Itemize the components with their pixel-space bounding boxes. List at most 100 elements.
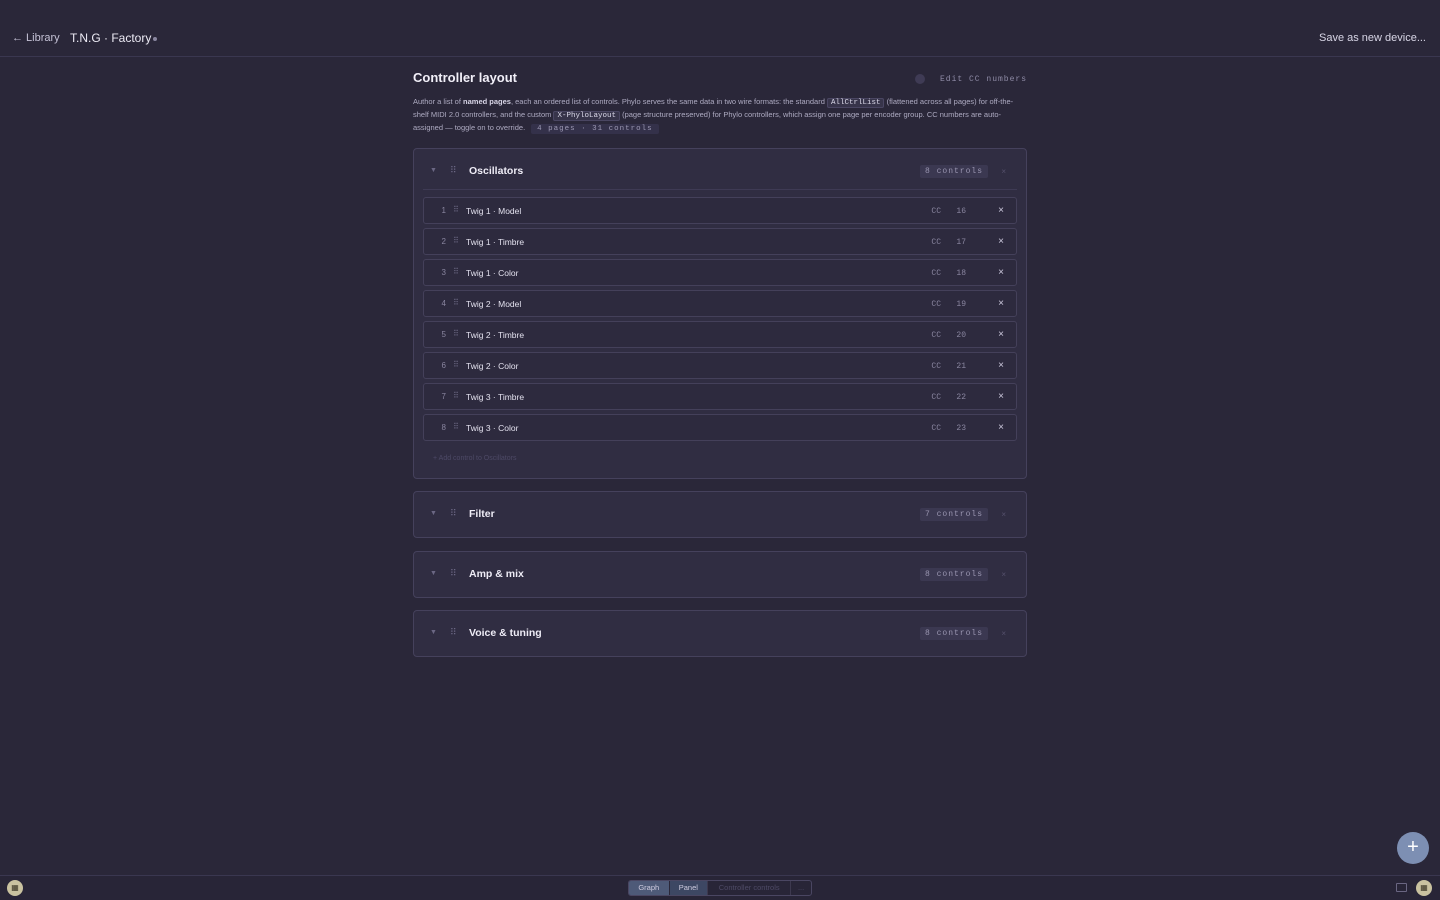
- drag-handle-icon[interactable]: ⠿: [450, 627, 457, 638]
- page-remove-icon[interactable]: ×: [1001, 570, 1006, 579]
- control-index: 5: [441, 330, 446, 339]
- control-row[interactable]: 7 ⠿ Twig 3 · Timbre CC 22 ×: [423, 383, 1017, 410]
- cc-number: 19: [956, 300, 966, 309]
- edit-cc-toggle-label[interactable]: Edit CC numbers: [940, 75, 1027, 84]
- device-title[interactable]: T.N.G · Factory: [70, 31, 151, 45]
- control-index: 6: [441, 361, 446, 370]
- page-group-amp-mix: ▼ ⠿ Amp & mix 8 controls ×: [413, 551, 1027, 598]
- control-name: Twig 3 · Timbre: [466, 392, 525, 402]
- allctrllist-code: AllCtrlList: [826, 98, 885, 108]
- remove-control-icon[interactable]: ×: [998, 422, 1004, 433]
- control-index: 1: [441, 206, 446, 215]
- unsaved-indicator-dot: [153, 37, 157, 41]
- grid-icon[interactable]: ▦: [1416, 880, 1432, 896]
- cc-number: 17: [956, 238, 966, 247]
- drag-handle-icon[interactable]: ⠿: [450, 508, 457, 519]
- control-name: Twig 2 · Color: [466, 361, 519, 371]
- remove-control-icon[interactable]: ×: [998, 329, 1004, 340]
- tab-more[interactable]: ...: [790, 881, 811, 895]
- cc-number: 22: [956, 393, 966, 402]
- add-control-button[interactable]: + Add control to Oscillators: [433, 455, 516, 462]
- cc-label: CC: [931, 269, 941, 278]
- page-remove-icon[interactable]: ×: [1001, 629, 1006, 638]
- drag-handle-icon[interactable]: ⠿: [450, 165, 457, 176]
- page-title: Controller layout: [413, 70, 518, 85]
- collapse-caret-icon[interactable]: ▼: [430, 167, 437, 174]
- view-switcher: Graph Panel Controller controls ...: [628, 880, 812, 896]
- page-title-oscillators[interactable]: Oscillators: [469, 165, 523, 177]
- page-group-voice-tuning: ▼ ⠿ Voice & tuning 8 controls ×: [413, 610, 1027, 657]
- control-count-badge: 8 controls: [919, 627, 988, 640]
- control-list: 1 ⠿ Twig 1 · Model CC 16 × 2 ⠿ Twig 1 · …: [423, 197, 1017, 445]
- drag-handle-icon[interactable]: ⠿: [453, 298, 459, 307]
- tab-graph[interactable]: Graph: [629, 881, 669, 895]
- cc-label: CC: [931, 300, 941, 309]
- control-row[interactable]: 1 ⠿ Twig 1 · Model CC 16 ×: [423, 197, 1017, 224]
- back-to-library-link[interactable]: ← Library: [12, 32, 60, 44]
- remove-control-icon[interactable]: ×: [998, 360, 1004, 371]
- cc-label: CC: [931, 331, 941, 340]
- control-index: 3: [441, 268, 446, 277]
- page-group-oscillators: ▼ ⠿ Oscillators 8 controls × 1 ⠿ Twig 1 …: [413, 148, 1027, 479]
- drag-handle-icon[interactable]: ⠿: [453, 391, 459, 400]
- drag-handle-icon[interactable]: ⠿: [450, 568, 457, 579]
- drag-handle-icon[interactable]: ⠿: [453, 329, 459, 338]
- remove-control-icon[interactable]: ×: [998, 267, 1004, 278]
- control-row[interactable]: 6 ⠿ Twig 2 · Color CC 21 ×: [423, 352, 1017, 379]
- control-count-badge: 8 controls: [919, 568, 988, 581]
- remove-control-icon[interactable]: ×: [998, 205, 1004, 216]
- expand-caret-icon[interactable]: ▼: [430, 570, 437, 577]
- add-page-button[interactable]: +: [1397, 832, 1429, 864]
- cc-label: CC: [931, 393, 941, 402]
- layout-summary-badge: 4 pages · 31 controls: [531, 124, 659, 134]
- control-count-badge: 7 controls: [919, 508, 988, 521]
- control-count-badge: 8 controls: [919, 165, 988, 178]
- control-index: 7: [441, 392, 446, 401]
- edit-cc-toggle[interactable]: [915, 74, 925, 84]
- cc-number: 20: [956, 331, 966, 340]
- control-index: 2: [441, 237, 446, 246]
- drag-handle-icon[interactable]: ⠿: [453, 422, 459, 431]
- control-row[interactable]: 3 ⠿ Twig 1 · Color CC 18 ×: [423, 259, 1017, 286]
- remove-control-icon[interactable]: ×: [998, 236, 1004, 247]
- tab-controller-controls[interactable]: Controller controls: [707, 881, 790, 895]
- page-remove-icon[interactable]: ×: [1001, 167, 1006, 176]
- drag-handle-icon[interactable]: ⠿: [453, 360, 459, 369]
- control-index: 8: [441, 423, 446, 432]
- layout-icon[interactable]: [1396, 883, 1407, 892]
- drag-handle-icon[interactable]: ⠿: [453, 236, 459, 245]
- control-name: Twig 2 · Timbre: [466, 330, 525, 340]
- cc-label: CC: [931, 238, 941, 247]
- cc-label: CC: [931, 424, 941, 433]
- control-row[interactable]: 5 ⠿ Twig 2 · Timbre CC 20 ×: [423, 321, 1017, 348]
- control-name: Twig 1 · Timbre: [466, 237, 525, 247]
- drag-handle-icon[interactable]: ⠿: [453, 205, 459, 214]
- page-title-filter[interactable]: Filter: [469, 508, 495, 520]
- control-row[interactable]: 8 ⠿ Twig 3 · Color CC 23 ×: [423, 414, 1017, 441]
- expand-caret-icon[interactable]: ▼: [430, 629, 437, 636]
- page-remove-icon[interactable]: ×: [1001, 510, 1006, 519]
- remove-control-icon[interactable]: ×: [998, 391, 1004, 402]
- cc-label: CC: [931, 362, 941, 371]
- tab-panel[interactable]: Panel: [668, 881, 708, 895]
- control-row[interactable]: 2 ⠿ Twig 1 · Timbre CC 17 ×: [423, 228, 1017, 255]
- page-title-amp-mix[interactable]: Amp & mix: [469, 568, 524, 580]
- page-group-filter: ▼ ⠿ Filter 7 controls ×: [413, 491, 1027, 538]
- expand-caret-icon[interactable]: ▼: [430, 510, 437, 517]
- page-title-voice-tuning[interactable]: Voice & tuning: [469, 627, 542, 639]
- control-name: Twig 1 · Color: [466, 268, 519, 278]
- save-as-new-device-button[interactable]: Save as new device...: [1319, 32, 1426, 44]
- cc-number: 21: [956, 362, 966, 371]
- top-bar: ← Library T.N.G · Factory Save as new de…: [0, 0, 1440, 57]
- control-name: Twig 1 · Model: [466, 206, 522, 216]
- drag-handle-icon[interactable]: ⠿: [453, 267, 459, 276]
- x-phylolayout-code: X-PhyloLayout: [553, 111, 620, 121]
- cc-number: 23: [956, 424, 966, 433]
- layout-description: Author a list of named pages, each an or…: [413, 97, 1014, 134]
- control-row[interactable]: 4 ⠿ Twig 2 · Model CC 19 ×: [423, 290, 1017, 317]
- remove-control-icon[interactable]: ×: [998, 298, 1004, 309]
- cc-number: 18: [956, 269, 966, 278]
- grid-icon[interactable]: ▦: [7, 880, 23, 896]
- divider: [423, 189, 1017, 190]
- control-index: 4: [441, 299, 446, 308]
